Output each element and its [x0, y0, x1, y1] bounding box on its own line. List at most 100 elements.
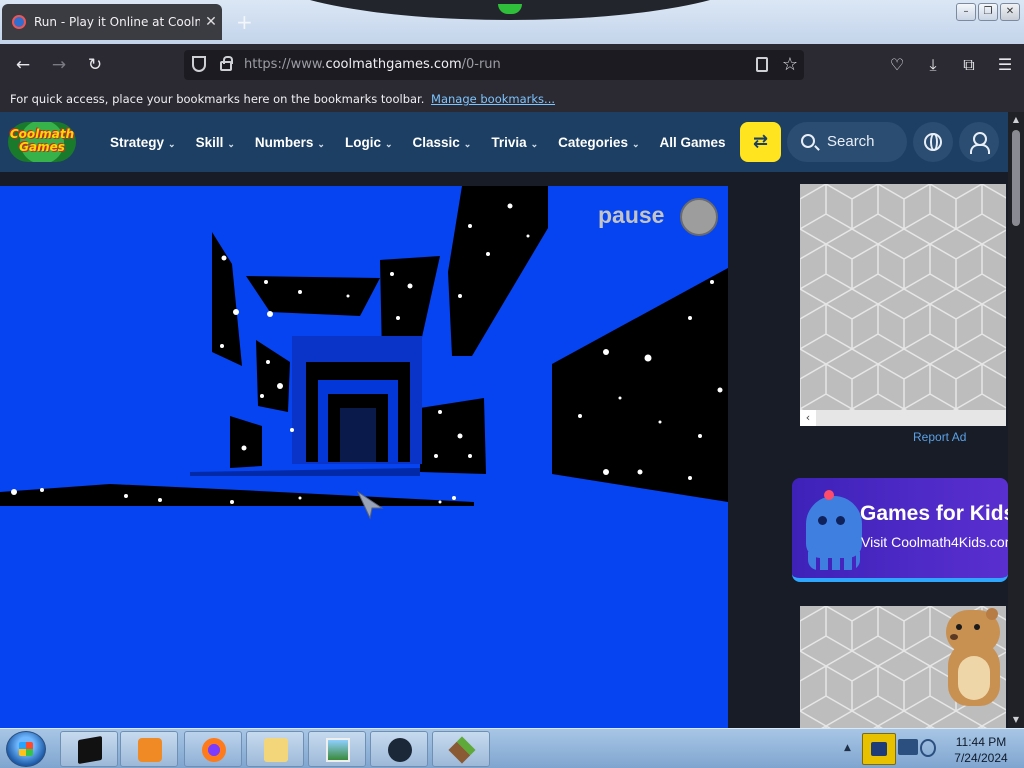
- windows-taskbar: ▲ 11:44 PM 7/24/2024: [0, 728, 1024, 768]
- taskbar-photo-viewer[interactable]: [308, 731, 366, 767]
- advertisement-bottom[interactable]: [800, 606, 1006, 728]
- coolmath-favicon-icon: [12, 15, 26, 29]
- extensions-icon[interactable]: ⧉: [958, 54, 980, 76]
- floor-edge: [190, 468, 420, 476]
- reader-view-icon[interactable]: [756, 57, 768, 72]
- volume-icon[interactable]: [920, 739, 936, 757]
- tracking-protection-shield-icon[interactable]: [192, 56, 206, 72]
- logo-text: Coolmath Games: [9, 127, 75, 154]
- game-canvas[interactable]: pause: [0, 186, 728, 728]
- address-bar[interactable]: https://www.coolmathgames.com/0-run ☆: [184, 50, 804, 80]
- toolbar-right-icons: ♡ ⤓ ⧉ ☰: [886, 54, 1016, 76]
- menu-logic[interactable]: Logic ⌄: [345, 135, 393, 150]
- window-close-button[interactable]: ✕: [1000, 3, 1020, 21]
- chevron-down-icon: ⌄: [463, 138, 472, 149]
- bookmarks-toolbar: For quick access, place your bookmarks h…: [0, 86, 1024, 112]
- space-panel-right: [552, 268, 728, 502]
- space-panel-top-right: [448, 186, 548, 356]
- browser-tab[interactable]: Run - Play it Online at Coolmath Games ✕: [2, 4, 222, 40]
- firefox-icon: [202, 738, 226, 762]
- taskbar-media-player[interactable]: [120, 731, 178, 767]
- url-text[interactable]: https://www.coolmathgames.com/0-run: [244, 50, 501, 80]
- chevron-down-icon: ⌄: [384, 138, 393, 149]
- reload-icon[interactable]: ↻: [82, 53, 108, 77]
- window-controls: – ❐ ✕: [956, 3, 1020, 21]
- account-user-button[interactable]: [959, 122, 999, 162]
- pause-label[interactable]: pause: [598, 202, 664, 229]
- scroll-up-arrow-icon[interactable]: ▲: [1008, 112, 1024, 128]
- tray-app-icon[interactable]: [862, 733, 896, 765]
- scrollbar-thumb[interactable]: [1012, 130, 1020, 226]
- octopus-mascot-icon: [806, 496, 862, 570]
- menu-strategy[interactable]: Strategy ⌄: [110, 135, 176, 150]
- black-box-icon: [78, 735, 102, 765]
- screen: Run - Play it Online at Coolmath Games ✕…: [0, 0, 1024, 768]
- floor-gap: [0, 484, 474, 506]
- scroll-down-arrow-icon[interactable]: ▼: [1008, 712, 1024, 728]
- chevron-down-icon: ⌄: [227, 138, 235, 149]
- title-bar: Run - Play it Online at Coolmath Games ✕…: [0, 0, 1024, 44]
- new-tab-button[interactable]: +: [236, 10, 253, 34]
- steam-icon: [388, 738, 412, 762]
- random-game-shuffle-button[interactable]: ⇄: [740, 122, 781, 162]
- page-scrollbar[interactable]: ▲ ▼: [1008, 112, 1024, 728]
- site-search-button[interactable]: Search: [787, 122, 907, 162]
- hamster-ear: [986, 608, 998, 620]
- minimize-button[interactable]: –: [956, 3, 976, 21]
- site-header: Coolmath Games Strategy ⌄ Skill ⌄ Numbers ⌄ …: [0, 112, 1008, 172]
- taskbar-firefox[interactable]: [184, 731, 242, 767]
- file-explorer-icon: [264, 738, 288, 762]
- chevron-down-icon: ⌄: [317, 138, 325, 149]
- lock-icon[interactable]: [220, 56, 233, 71]
- menu-all-games[interactable]: All Games: [660, 135, 726, 150]
- main-menu: Strategy ⌄ Skill ⌄ Numbers ⌄ Logic ⌄ Classic…: [110, 112, 726, 172]
- system-tray: ▲ 11:44 PM 7/24/2024: [840, 731, 1024, 767]
- page-content: pause ‹ Report Ad Games for Kids Visit C…: [0, 172, 1008, 728]
- search-label: Search: [827, 133, 875, 150]
- restore-button[interactable]: ❐: [978, 3, 998, 21]
- navigation-toolbar: ← → ↻ https://www.coolmathgames.com/0-ru…: [0, 44, 1024, 86]
- chevron-down-icon: ⌄: [168, 138, 176, 149]
- advertisement-top[interactable]: ‹: [800, 184, 1006, 426]
- hamster-belly: [958, 656, 990, 700]
- cube-pattern: [800, 184, 1006, 410]
- menu-classic[interactable]: Classic ⌄: [413, 135, 472, 150]
- menu-trivia[interactable]: Trivia ⌄: [491, 135, 538, 150]
- taskbar-black-box[interactable]: [60, 731, 118, 767]
- manage-bookmarks-link[interactable]: Manage bookmarks...: [431, 92, 555, 106]
- taskbar-steam[interactable]: [370, 731, 428, 767]
- minecraft-icon: [448, 736, 476, 764]
- ad-footer-bar: [800, 410, 1006, 426]
- taskbar-minecraft[interactable]: [432, 731, 490, 767]
- coolmath-games-logo[interactable]: Coolmath Games: [8, 122, 76, 162]
- ad-chevron-left-icon[interactable]: ‹: [800, 410, 816, 426]
- space-panel-mid-right: [420, 398, 486, 474]
- hamster-image: [942, 608, 1006, 710]
- clock-date: 7/24/2024: [954, 751, 1008, 765]
- space-panel-left-low: [230, 416, 262, 468]
- pause-button[interactable]: [680, 198, 718, 236]
- downloads-icon[interactable]: ⤓: [922, 54, 944, 76]
- hamburger-menu-icon[interactable]: ☰: [994, 54, 1016, 76]
- menu-categories[interactable]: Categories ⌄: [558, 135, 639, 150]
- clock-time: 11:44 PM: [955, 735, 1007, 749]
- start-button[interactable]: [6, 731, 46, 767]
- menu-skill[interactable]: Skill ⌄: [196, 135, 235, 150]
- system-clock[interactable]: 11:44 PM 7/24/2024: [944, 734, 1018, 766]
- taskbar-file-explorer[interactable]: [246, 731, 304, 767]
- show-hidden-icons-arrow-icon[interactable]: ▲: [844, 743, 851, 753]
- network-icon[interactable]: [898, 739, 918, 755]
- search-icon: [801, 134, 815, 148]
- report-ad-link[interactable]: Report Ad: [913, 430, 966, 444]
- bookmark-star-icon[interactable]: ☆: [782, 54, 798, 75]
- language-globe-button[interactable]: [913, 122, 953, 162]
- back-arrow-icon[interactable]: ←: [10, 53, 36, 77]
- menu-numbers[interactable]: Numbers ⌄: [255, 135, 325, 150]
- coolmath4kids-promo[interactable]: Games for Kids Visit Coolmath4Kids.com: [792, 478, 1008, 582]
- tab-close-icon[interactable]: ✕: [200, 14, 222, 30]
- pocket-icon[interactable]: ♡: [886, 54, 908, 76]
- forward-arrow-icon[interactable]: →: [46, 53, 72, 77]
- chevron-down-icon: ⌄: [530, 138, 539, 149]
- hamster-eye: [974, 624, 980, 630]
- hamster-eye: [956, 624, 962, 630]
